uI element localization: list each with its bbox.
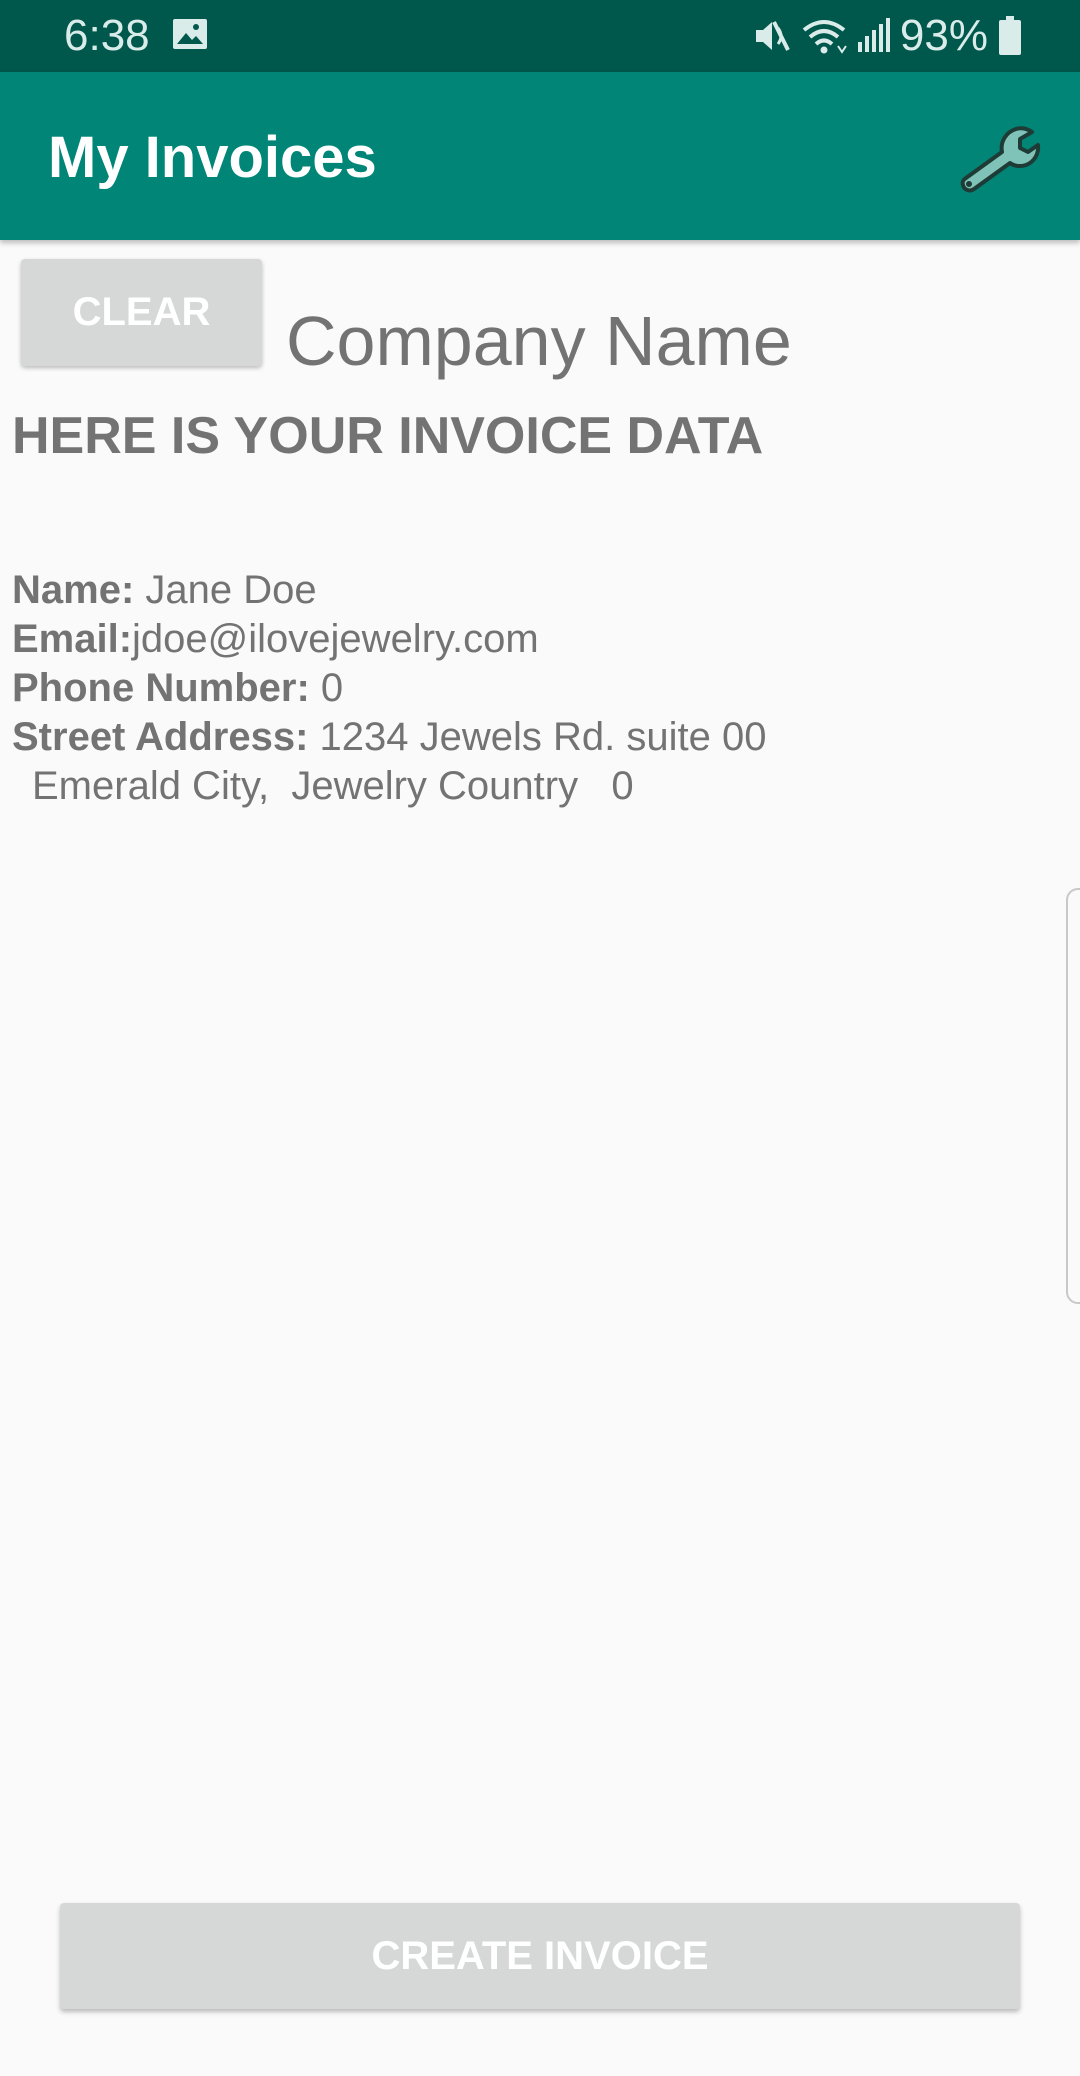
status-bar: 6:38 93%: [0, 0, 1080, 72]
company-name: Company Name: [286, 302, 792, 380]
wrench-icon: [960, 126, 1041, 193]
battery-percent: 93%: [899, 11, 988, 60]
create-invoice-button[interactable]: CREATE INVOICE: [60, 1903, 1020, 2009]
name-label: Name:: [12, 568, 135, 612]
app-bar: My Invoices: [0, 72, 1080, 240]
app-title: My Invoices: [48, 125, 377, 190]
name-value: Jane Doe: [134, 568, 317, 612]
email-value: jdoe@ilovejewelry.com: [132, 617, 539, 661]
mute-icon: [755, 21, 790, 51]
phone-label: Phone Number:: [12, 666, 310, 710]
street-label: Street Address:: [12, 715, 309, 759]
battery-icon: [999, 16, 1021, 55]
phone-row: Phone Number: 0: [12, 664, 343, 712]
edge-panel-handle[interactable]: [1066, 888, 1080, 1304]
status-time: 6:38: [64, 11, 150, 60]
wifi-icon: [802, 20, 847, 54]
invoice-heading: HERE IS YOUR INVOICE DATA: [12, 407, 764, 465]
signal-icon: [857, 18, 890, 52]
email-row: Email:jdoe@ilovejewelry.com: [12, 615, 539, 663]
status-icons: 93%: [752, 10, 1022, 62]
street-row: Street Address: 1234 Jewels Rd. suite 00: [12, 713, 766, 761]
street-value: 1234 Jewels Rd. suite 00: [308, 715, 767, 759]
settings-button[interactable]: [952, 112, 1042, 202]
city-line: Emerald City, Jewelry Country 0: [32, 764, 634, 808]
email-label: Email:: [12, 617, 133, 661]
gallery-icon: [173, 19, 207, 49]
phone-value: 0: [309, 666, 344, 710]
clear-button[interactable]: CLEAR: [21, 259, 262, 366]
name-row: Name: Jane Doe: [12, 566, 317, 614]
